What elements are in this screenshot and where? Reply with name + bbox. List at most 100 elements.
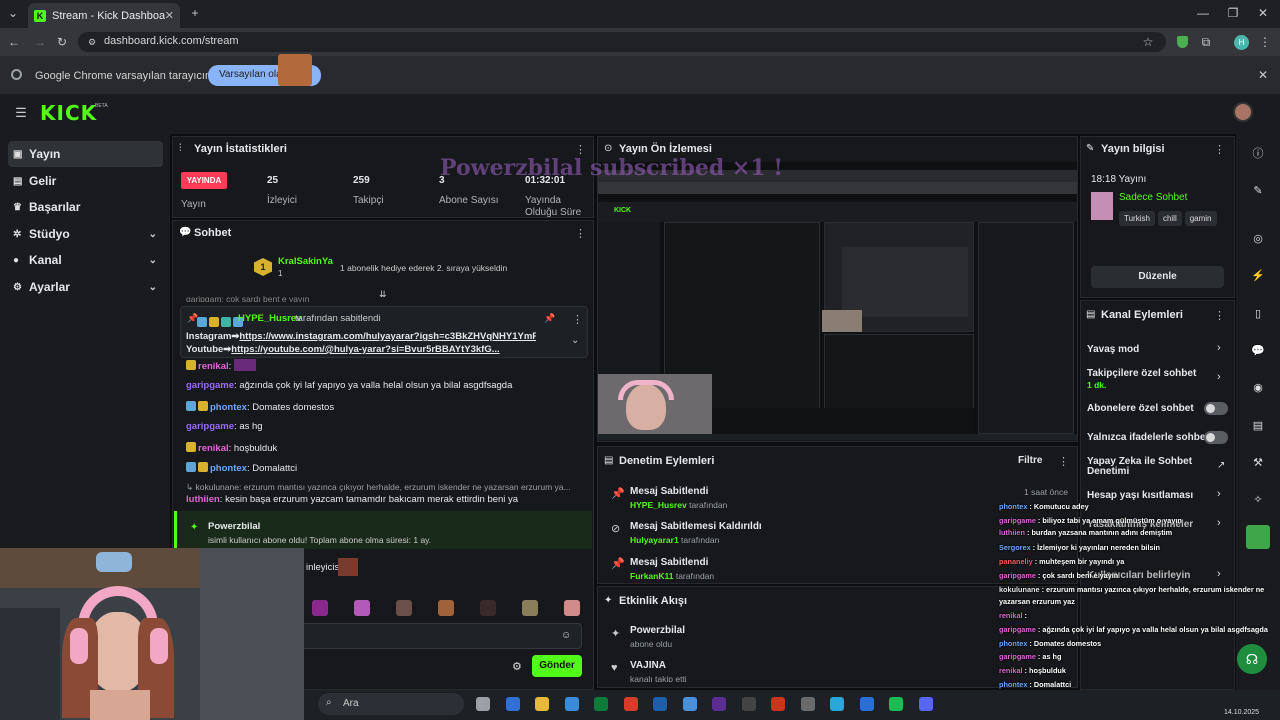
sidebar-item-gelir[interactable]: ▤ Gelir (8, 168, 163, 194)
pencil-icon[interactable]: ✎ (1248, 180, 1268, 200)
emote-icon[interactable] (522, 600, 538, 616)
back-icon[interactable]: ← (6, 35, 22, 49)
emote-icon[interactable] (354, 600, 370, 616)
channel-actions-menu-icon[interactable]: ⋮ (1214, 309, 1225, 322)
account-age-row[interactable]: Hesap yaşı kısıtlaması (1087, 490, 1193, 501)
browser-menu-icon[interactable]: ⋮ (1259, 35, 1271, 49)
chat-username[interactable]: garipgame (186, 380, 234, 391)
activity-user[interactable]: Powerzbilal (630, 625, 685, 636)
taskbar-app-icon[interactable] (594, 697, 608, 711)
sub-user[interactable]: Powerzbilal (208, 521, 260, 532)
forward-icon[interactable]: → (32, 35, 48, 49)
chat-settings-icon[interactable]: ⚙ (512, 660, 522, 673)
chevron-right-icon[interactable]: › (1217, 517, 1221, 529)
minimize-icon[interactable]: — (1196, 6, 1210, 20)
send-button[interactable]: Gönder (532, 655, 582, 677)
document-icon[interactable]: ▯ (1248, 303, 1268, 323)
sidebar-item-basarilar[interactable]: ♛ Başarılar (8, 194, 163, 220)
taskbar-app-icon[interactable] (712, 697, 726, 711)
chat-username[interactable]: renikal (198, 361, 229, 372)
pinned-user[interactable]: HYPE_Husrev (238, 313, 301, 324)
taskbar-app-icon[interactable] (771, 697, 785, 711)
edit-stream-button[interactable]: Düzenle (1091, 266, 1224, 288)
close-tab-icon[interactable]: ✕ (165, 9, 174, 22)
category-link[interactable]: Sadece Sohbet (1119, 192, 1187, 203)
address-bar[interactable]: dashboard.kick.com/stream (78, 32, 1166, 52)
followers-only-row[interactable]: Takipçilere özel sohbet (1087, 368, 1196, 379)
instagram-link[interactable]: https://www.instagram.com/hulyayarar?igs… (239, 331, 536, 342)
chat-input[interactable] (300, 623, 582, 649)
chat-username[interactable]: phontex (210, 463, 247, 474)
taskbar-app-icon[interactable] (682, 697, 697, 711)
app-tile-icon[interactable] (1246, 525, 1270, 549)
new-tab-icon[interactable]: + (188, 6, 202, 20)
gifter-name[interactable]: KralSakinYa (278, 256, 333, 267)
sidebar-item-yayin[interactable]: ▣ Yayın (8, 141, 163, 167)
filter-button[interactable]: Filtre (1018, 455, 1042, 466)
target-icon[interactable]: ◎ (1248, 228, 1268, 248)
chat-username[interactable]: renikal (198, 443, 229, 454)
taskbar-app-icon[interactable] (505, 697, 520, 711)
taskbar-app-icon[interactable] (476, 697, 490, 711)
moderation-menu-icon[interactable]: ⋮ (1058, 455, 1069, 468)
emote-icon[interactable] (564, 600, 580, 616)
browser-tab[interactable]: K Stream - Kick Dashboard ✕ (28, 3, 180, 28)
user-avatar[interactable] (1233, 102, 1253, 122)
emote-icon[interactable] (438, 600, 454, 616)
chat-username[interactable]: garipgame (186, 421, 234, 432)
taskbar-app-icon[interactable] (741, 697, 756, 711)
broadcast-signal-icon[interactable]: ◉ (1248, 377, 1268, 397)
chat-username[interactable]: luthiien (186, 494, 220, 505)
bookmark-star-icon[interactable]: ☆ (1140, 35, 1156, 49)
activity-user[interactable]: VAJINA (630, 660, 666, 671)
info-icon[interactable]: ⓘ (1248, 143, 1268, 163)
kick-logo[interactable]: KICK (40, 101, 97, 125)
taskbar-app-icon[interactable] (859, 697, 874, 711)
unpin-icon[interactable]: 📌 (544, 313, 555, 324)
chevron-right-icon[interactable]: › (1217, 342, 1221, 354)
pinned-menu-icon[interactable]: ⋮ (572, 313, 583, 326)
taskbar-app-icon[interactable] (830, 697, 844, 711)
emote-icon[interactable] (312, 600, 328, 616)
chevron-right-icon[interactable]: › (1217, 488, 1221, 500)
hamburger-menu-icon[interactable]: ☰ (14, 105, 28, 120)
chat-icon[interactable]: 💬 (1248, 340, 1268, 360)
taskbar-app-icon[interactable] (918, 697, 933, 711)
taskbar-app-icon[interactable] (889, 697, 903, 711)
taskbar-app-icon[interactable] (535, 697, 549, 711)
subs-only-toggle[interactable] (1204, 402, 1228, 415)
taskbar-app-icon[interactable] (653, 697, 667, 711)
chevron-right-icon[interactable]: › (1217, 371, 1221, 383)
taskbar-search[interactable] (318, 693, 464, 715)
taskbar-app-icon[interactable] (564, 697, 579, 711)
close-window-icon[interactable]: ✕ (1256, 6, 1270, 20)
taskbar-app-icon[interactable] (800, 697, 815, 711)
expand-pinned-icon[interactable]: ⌄ (571, 335, 579, 346)
emote-icon[interactable] (396, 600, 412, 616)
stream-info-menu-icon[interactable]: ⋮ (1214, 143, 1225, 156)
stream-preview-video[interactable]: KICK (598, 162, 1077, 440)
sidebar-item-ayarlar[interactable]: ⚙ Ayarlar ⌄ (8, 274, 163, 300)
chevron-right-icon[interactable]: › (1217, 568, 1221, 580)
extension-shield-icon[interactable] (1177, 36, 1188, 48)
ai-moderation-row[interactable]: Yapay Zeka ile Sohbet Denetimi (1087, 457, 1202, 477)
sparkles-icon[interactable]: ✧ (1248, 489, 1268, 509)
emote-icon[interactable] (480, 600, 496, 616)
sidebar-item-kanal[interactable]: ● Kanal ⌄ (8, 247, 163, 273)
chat-menu-icon[interactable]: ⋮ (575, 227, 586, 240)
extensions-puzzle-icon[interactable]: ⧉ (1198, 35, 1214, 49)
close-infobar-icon[interactable]: ✕ (1256, 68, 1270, 82)
maximize-icon[interactable]: ❐ (1226, 6, 1240, 20)
sidebar-item-studyo[interactable]: ✲ Stüdyo ⌄ (8, 221, 163, 247)
external-link-icon[interactable]: ↗ (1217, 460, 1225, 471)
youtube-link[interactable]: https://youtube.com/@hulya-yarar?si=Bvur… (231, 344, 499, 355)
taskbar-app-icon[interactable] (623, 697, 638, 711)
emoji-picker-icon[interactable]: ☺ (561, 630, 571, 641)
site-info-icon[interactable]: ⚙ (86, 36, 98, 48)
scroll-down-icon[interactable]: ⇊ (379, 289, 387, 300)
lightning-icon[interactable]: ⚡ (1248, 265, 1268, 285)
emotes-only-toggle[interactable] (1204, 431, 1228, 444)
support-headset-icon[interactable]: ☊ (1237, 644, 1267, 674)
server-icon[interactable]: ▤ (1248, 415, 1268, 435)
wrench-tool-icon[interactable]: ⚒ (1248, 452, 1268, 472)
